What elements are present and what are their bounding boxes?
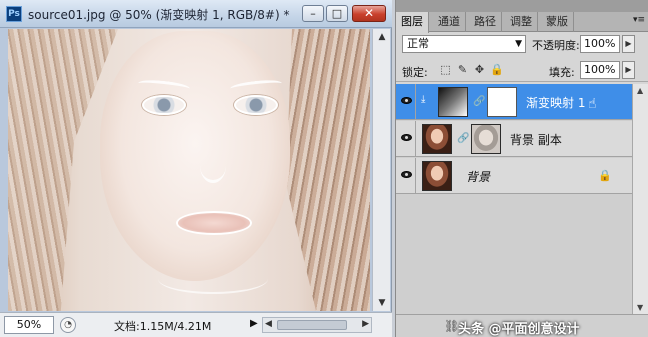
document-window: Ps source01.jpg @ 50% (渐变映射 1, RGB/8#) *… bbox=[0, 0, 392, 337]
lock-position-icon[interactable]: ✥ bbox=[473, 63, 486, 76]
canvas-vertical-scrollbar[interactable]: ▲ ▼ bbox=[372, 29, 390, 311]
watermark-text: 头条 @平面创意设计 bbox=[458, 322, 580, 337]
layer-lock-icon: 🔒 bbox=[598, 169, 612, 182]
layer-row-background[interactable]: 背景 🔒 bbox=[396, 158, 632, 194]
lock-image-pixels-icon[interactable]: ✎ bbox=[456, 63, 469, 76]
photo-eye-right bbox=[234, 95, 278, 115]
photo-face bbox=[100, 31, 290, 281]
tab-channels[interactable]: 通道 bbox=[433, 12, 466, 32]
photo-chin bbox=[158, 264, 268, 294]
blend-mode-value: 正常 bbox=[407, 37, 429, 50]
tab-layers[interactable]: 图层 bbox=[396, 12, 429, 33]
lock-label: 锁定: bbox=[402, 66, 428, 79]
document-status-bar: 50% ◔ 文档:1.15M/4.21M ▶ ◀ ▶ bbox=[0, 312, 392, 337]
fill-field[interactable]: 100% bbox=[580, 61, 620, 79]
eye-icon bbox=[401, 134, 412, 141]
minimize-icon: – bbox=[310, 7, 316, 20]
layer-name[interactable]: 渐变映射 1 bbox=[526, 94, 585, 111]
eye-icon bbox=[401, 97, 412, 104]
visibility-toggle[interactable] bbox=[396, 84, 416, 120]
smart-filter-mask-thumbnail[interactable] bbox=[471, 124, 501, 154]
opacity-label: 不透明度: bbox=[532, 39, 580, 52]
adjustment-indicator-icon: ⤓ bbox=[421, 94, 426, 105]
document-title: source01.jpg @ 50% (渐变映射 1, RGB/8#) * bbox=[28, 8, 290, 22]
panel-menu-icon[interactable]: ▾≡ bbox=[633, 15, 645, 25]
layers-list: ⤓ 🔗 渐变映射 1 ☝ 🔗 背景 副本 背景 🔒 bbox=[396, 84, 632, 314]
photo-nose bbox=[200, 149, 226, 183]
lock-all-icon[interactable]: 🔒 bbox=[490, 63, 504, 76]
layers-scrollbar[interactable]: ▲ ▼ bbox=[632, 84, 648, 314]
photo-eye-left bbox=[142, 95, 186, 115]
layers-panel-footer: ⛓ 头条 @平面创意设计 bbox=[396, 314, 648, 337]
document-size-info: 文档:1.15M/4.21M bbox=[114, 320, 212, 333]
layer-row-background-copy[interactable]: 🔗 背景 副本 bbox=[396, 121, 632, 157]
scroll-thumb[interactable] bbox=[277, 320, 347, 330]
link-chain-icon[interactable]: 🔗 bbox=[473, 96, 485, 107]
hand-cursor-icon: ☝ bbox=[588, 96, 597, 112]
layer-mask-thumbnail[interactable] bbox=[487, 87, 517, 117]
status-menu-arrow-icon[interactable]: ▶ bbox=[250, 318, 258, 329]
panel-header-strip[interactable] bbox=[396, 0, 648, 12]
fill-slider-toggle-icon[interactable]: ▶ bbox=[622, 61, 635, 79]
lock-fill-row: 锁定: ⬚ ✎ ✥ 🔒 填充: 100% ▶ bbox=[396, 58, 648, 82]
layer-name[interactable]: 背景 bbox=[466, 168, 490, 185]
layer-name[interactable]: 背景 副本 bbox=[510, 131, 562, 148]
link-layers-icon[interactable]: ⛓ bbox=[444, 319, 459, 333]
maximize-icon: □ bbox=[331, 7, 343, 20]
app-root: Ps source01.jpg @ 50% (渐变映射 1, RGB/8#) *… bbox=[0, 0, 648, 337]
minimize-button[interactable]: – bbox=[302, 5, 324, 22]
panel-tabs: 图层 通道 路径 调整 蒙版 ▾≡ bbox=[396, 12, 648, 33]
status-info-icon[interactable]: ◔ bbox=[60, 317, 76, 333]
tab-adjustments[interactable]: 调整 bbox=[505, 12, 538, 32]
scroll-up-icon[interactable]: ▲ bbox=[637, 86, 643, 95]
link-chain-icon[interactable]: 🔗 bbox=[457, 133, 469, 144]
close-icon: ✕ bbox=[363, 6, 375, 20]
maximize-button[interactable]: □ bbox=[326, 5, 348, 22]
tab-masks[interactable]: 蒙版 bbox=[541, 12, 574, 32]
lock-transparent-pixels-icon[interactable]: ⬚ bbox=[439, 63, 452, 76]
scroll-down-icon[interactable]: ▼ bbox=[376, 297, 388, 309]
blend-opacity-row: 正常 ▼ 不透明度: 100% ▶ bbox=[396, 32, 648, 56]
opacity-field[interactable]: 100% bbox=[580, 35, 620, 53]
photoshop-app-icon: Ps bbox=[6, 6, 22, 22]
tab-paths[interactable]: 路径 bbox=[469, 12, 502, 32]
background-thumbnail[interactable] bbox=[422, 161, 452, 191]
fill-label: 填充: bbox=[549, 66, 575, 79]
close-button[interactable]: ✕ bbox=[352, 5, 386, 22]
document-titlebar[interactable]: Ps source01.jpg @ 50% (渐变映射 1, RGB/8#) *… bbox=[0, 0, 392, 28]
visibility-toggle[interactable] bbox=[396, 121, 416, 157]
scroll-left-icon[interactable]: ◀ bbox=[265, 319, 272, 329]
canvas-horizontal-scrollbar[interactable]: ◀ ▶ bbox=[262, 317, 372, 333]
blend-mode-select[interactable]: 正常 ▼ bbox=[402, 35, 526, 53]
chevron-down-icon: ▼ bbox=[515, 39, 522, 49]
zoom-level-field[interactable]: 50% bbox=[4, 316, 54, 334]
eye-icon bbox=[401, 171, 412, 178]
opacity-slider-toggle-icon[interactable]: ▶ bbox=[622, 35, 635, 53]
scroll-right-icon[interactable]: ▶ bbox=[362, 319, 369, 329]
gradient-map-thumbnail[interactable] bbox=[438, 87, 468, 117]
layers-panel: 图层 通道 路径 调整 蒙版 ▾≡ 正常 ▼ 不透明度: 100% ▶ 锁定: … bbox=[395, 0, 648, 337]
layer-row-gradient-map[interactable]: ⤓ 🔗 渐变映射 1 ☝ bbox=[396, 84, 632, 120]
background-copy-thumbnail[interactable] bbox=[422, 124, 452, 154]
visibility-toggle[interactable] bbox=[396, 158, 416, 194]
photo-mouth bbox=[176, 211, 252, 235]
image-canvas[interactable] bbox=[8, 29, 370, 311]
scroll-down-icon[interactable]: ▼ bbox=[637, 303, 643, 312]
scroll-up-icon[interactable]: ▲ bbox=[376, 31, 388, 43]
